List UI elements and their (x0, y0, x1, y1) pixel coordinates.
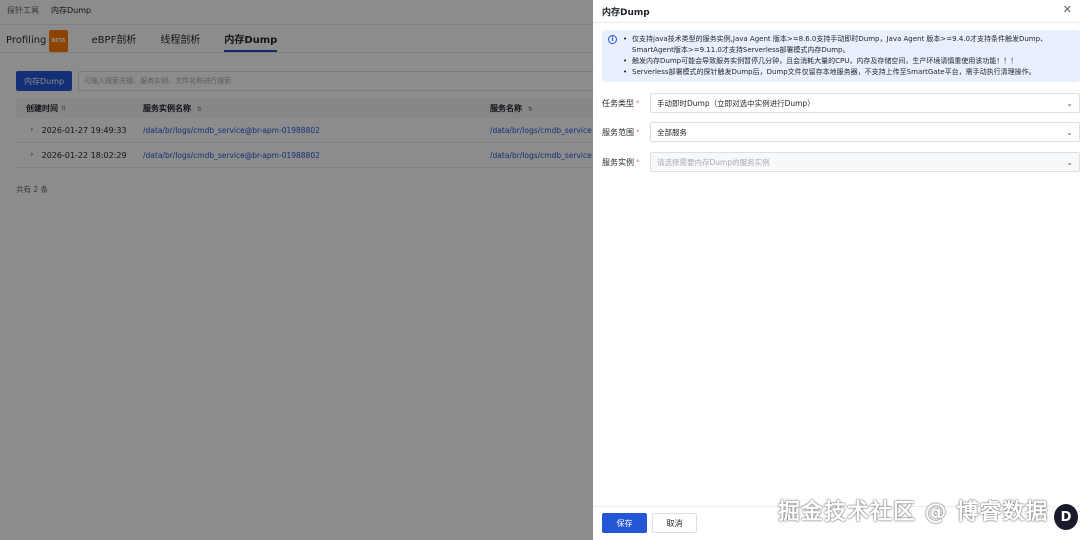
modal-overlay[interactable] (0, 0, 593, 540)
placeholder-text: 请选择需要内存Dump的服务实例 (657, 157, 770, 167)
alert-notes: • 仅支持java技术类型的服务实例,Java Agent 版本>=8.6.0支持… (623, 34, 1074, 78)
chevron-down-icon: ⌄ (1066, 98, 1073, 108)
service-scope-select[interactable]: 全部服务 ⌄ (650, 122, 1080, 142)
note-text: 触发内存Dump可能会导致服务实例暂停几分钟，且会消耗大量的CPU，内存及存储空… (632, 57, 1018, 65)
selected-value: 手动即时Dump（立即对选中实例进行Dump） (657, 98, 815, 108)
note-text: Serverless部署模式的探针触发Dump后，Dump文件仅留存本地服务器，… (632, 68, 1036, 76)
required-mark: * (636, 128, 640, 136)
form-row-task-type: 任务类型 * 手动即时Dump（立即对选中实例进行Dump） ⌄ (602, 93, 1080, 113)
form-row-service-scope: 服务范围 * 全部服务 ⌄ (602, 122, 1080, 142)
save-button[interactable]: 保存 (602, 513, 647, 533)
label-text: 服务实例 (602, 157, 634, 167)
info-icon: i (608, 35, 617, 44)
alert-note: • Serverless部署模式的探针触发Dump后，Dump文件仅留存本地服务器… (623, 68, 1036, 76)
label-text: 服务范围 (602, 127, 634, 137)
task-type-select[interactable]: 手动即时Dump（立即对选中实例进行Dump） ⌄ (650, 93, 1080, 113)
required-mark: * (636, 99, 640, 107)
watermark-text: 掘金技术社区 @ 博睿数据 (778, 500, 1049, 525)
required-mark: * (636, 158, 640, 166)
service-instance-select[interactable]: 请选择需要内存Dump的服务实例 ⌄ (650, 152, 1080, 172)
alert-note: • 仅支持java技术类型的服务实例,Java Agent 版本>=8.6.0支持… (623, 34, 1074, 56)
info-alert: i • 仅支持java技术类型的服务实例,Java Agent 版本>=8.6.0… (602, 30, 1080, 82)
watermark-logo-icon: D (1052, 502, 1080, 532)
selected-value: 全部服务 (657, 127, 687, 137)
cancel-button[interactable]: 取消 (652, 513, 697, 533)
memory-dump-drawer: 内存Dump ✕ i • 仅支持java技术类型的服务实例,Java Agent … (593, 0, 1080, 540)
note-text: 仅支持java技术类型的服务实例,Java Agent 版本>=8.6.0支持手… (632, 35, 1048, 54)
drawer-title: 内存Dump (602, 8, 650, 18)
task-type-label: 任务类型 * (602, 98, 642, 109)
form-row-service-instance: 服务实例 * 请选择需要内存Dump的服务实例 ⌄ (602, 152, 1080, 172)
divider (593, 22, 1080, 23)
chevron-down-icon: ⌄ (1066, 157, 1073, 167)
label-text: 任务类型 (602, 98, 634, 108)
close-icon[interactable]: ✕ (1063, 3, 1072, 16)
service-instance-label: 服务实例 * (602, 157, 642, 168)
service-scope-label: 服务范围 * (602, 127, 642, 138)
chevron-down-icon: ⌄ (1066, 127, 1073, 137)
alert-note: • 触发内存Dump可能会导致服务实例暂停几分钟，且会消耗大量的CPU，内存及存储… (623, 57, 1018, 65)
